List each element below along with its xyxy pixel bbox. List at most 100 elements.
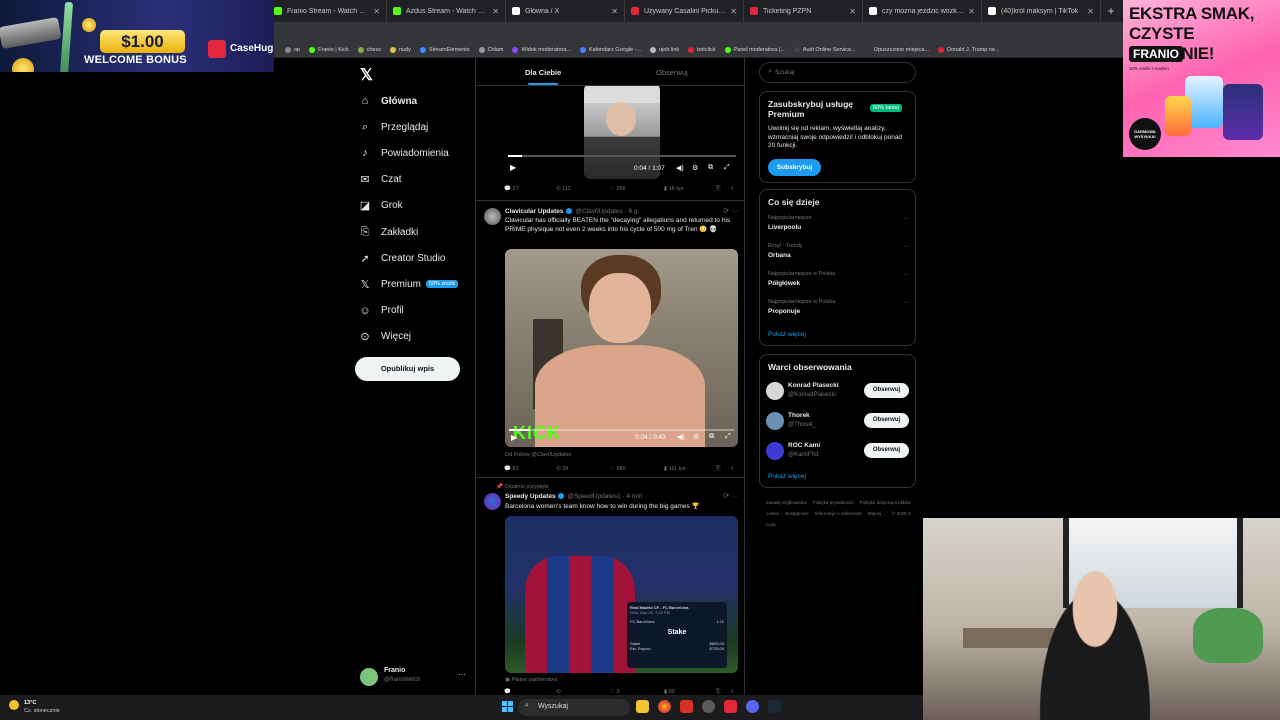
- author-name[interactable]: Speedy Updates: [505, 493, 556, 500]
- browser-tab[interactable]: Główna / X ✕: [506, 0, 625, 22]
- app-icon[interactable]: [724, 700, 737, 713]
- trend-item[interactable]: Najpopularniejsze w Polska Proponuje ···: [768, 299, 910, 315]
- bookmark-item[interactable]: nudy: [389, 46, 411, 53]
- volume-icon[interactable]: ◀): [677, 433, 685, 441]
- nav-item[interactable]: ☺ Profil: [358, 298, 478, 324]
- video-progress-bar[interactable]: [508, 155, 736, 157]
- share-icon[interactable]: ⇪: [730, 186, 735, 192]
- follow-button[interactable]: Obserwuj: [864, 443, 909, 458]
- x-logo-icon[interactable]: 𝕏: [360, 65, 373, 85]
- footer-link[interactable]: Dostępność: [785, 511, 809, 516]
- tab-following[interactable]: Obserwuj: [656, 68, 688, 77]
- follow-suggestion[interactable]: Konrad Piasecki @KonradPiasecki Obserwuj: [766, 380, 911, 402]
- nav-item[interactable]: ◪ Grok: [358, 193, 478, 219]
- trend-item[interactable]: Rząd · Trendy Orbana ···: [768, 243, 910, 259]
- tweet-image[interactable]: Real Madrid CF - FC Barcelona Wed, Mar 2…: [505, 516, 738, 673]
- subscribe-button[interactable]: Subskrybuj: [768, 159, 821, 176]
- bookmark-item[interactable]: Chłam: [478, 46, 503, 53]
- avatar[interactable]: [766, 442, 784, 460]
- windows-start-icon[interactable]: [502, 701, 514, 713]
- bookmark-item[interactable]: ujeb link: [649, 46, 679, 53]
- avatar[interactable]: [766, 382, 784, 400]
- fullscreen-icon[interactable]: ⤢: [725, 433, 731, 441]
- file-explorer-icon[interactable]: [636, 700, 649, 713]
- tweet[interactable]: Clavicular Updates @Clav0Updates · 6 g. …: [476, 201, 744, 478]
- close-tab-icon[interactable]: ✕: [849, 7, 856, 16]
- more-icon[interactable]: ···: [903, 215, 910, 222]
- avatar[interactable]: [484, 493, 501, 510]
- steam-icon[interactable]: [768, 700, 781, 713]
- reply-button[interactable]: 💬 82: [504, 466, 519, 472]
- close-tab-icon[interactable]: ✕: [1087, 7, 1094, 16]
- footer-link[interactable]: Więcej ...: [868, 511, 887, 516]
- share-icon[interactable]: ⇪: [730, 466, 735, 472]
- bookmark-item[interactable]: betclick: [688, 46, 716, 53]
- browser-tab[interactable]: Franio Stream - Watch Live on Kick ✕: [268, 0, 387, 22]
- bookmark-icon[interactable]: ⎘: [716, 466, 720, 473]
- bookmark-item[interactable]: Opuszczone miejsca...: [864, 46, 929, 53]
- search-input[interactable]: ⌕ Szukaj: [759, 62, 916, 83]
- show-more-link[interactable]: Pokaż więcej: [768, 473, 806, 480]
- tab-for-you[interactable]: Dla Ciebie: [525, 68, 561, 77]
- nav-item[interactable]: 𝕏 Premium 50% zniżki: [358, 271, 478, 297]
- video-progress-bar[interactable]: [509, 429, 734, 431]
- views-button[interactable]: ▮ 16 tys.: [664, 186, 685, 192]
- views-button[interactable]: ▮ 111 tys.: [664, 466, 687, 472]
- more-icon[interactable]: ···: [903, 271, 910, 278]
- more-icon[interactable]: ···: [903, 243, 910, 250]
- avatar[interactable]: [484, 208, 501, 225]
- close-tab-icon[interactable]: ✕: [611, 7, 618, 16]
- play-icon[interactable]: ▶: [510, 163, 516, 172]
- author-handle[interactable]: @Clav0Updates · 6 g.: [575, 208, 639, 215]
- more-icon[interactable]: ⟳ ···: [723, 492, 738, 500]
- settings-icon[interactable]: ⚙: [693, 433, 699, 441]
- post-button[interactable]: Opublikuj wpis: [355, 357, 460, 381]
- bookmark-item[interactable]: Donald J. Trump ne...: [938, 46, 1000, 53]
- author-name[interactable]: Clavicular Updates: [505, 208, 564, 215]
- reply-button[interactable]: 💬 27: [504, 186, 519, 192]
- more-icon[interactable]: ···: [903, 299, 910, 306]
- like-button[interactable]: ♡ 680: [610, 466, 626, 472]
- tweet[interactable]: 📌 Ostatnio przypięte Speedy Updates @Spe…: [476, 478, 744, 695]
- taskbar-search[interactable]: ⌕ Wyszukaj: [518, 699, 630, 716]
- close-tab-icon[interactable]: ✕: [730, 7, 737, 16]
- bookmark-item[interactable]: StreamElements: [419, 46, 470, 53]
- follow-suggestion[interactable]: ROC Kami @KamiFN1 Obserwuj: [766, 440, 911, 462]
- bookmark-item[interactable]: Widok moderatora...: [512, 46, 571, 53]
- play-icon[interactable]: ▶: [511, 433, 517, 442]
- trend-item[interactable]: Najpopularniejsze Liverpoolu ···: [768, 215, 910, 231]
- browser-tab[interactable]: czy mozna jezdzic wozkiem ime... ✕: [863, 0, 982, 22]
- browser-tab[interactable]: Azdus Stream - Watch Live on Kick ✕: [387, 0, 506, 22]
- follow-button[interactable]: Obserwuj: [864, 413, 909, 428]
- nav-item[interactable]: ⎘ Zakładki: [358, 219, 478, 245]
- pip-icon[interactable]: ⧉: [709, 433, 714, 441]
- follow-suggestion[interactable]: Thorek @Thorek_ Obserwuj: [766, 410, 911, 432]
- settings-icon[interactable]: [702, 700, 715, 713]
- bookmark-item[interactable]: Franio | Kick: [309, 46, 349, 53]
- nav-item[interactable]: ⌕ Przeglądaj: [358, 114, 478, 140]
- footer-link[interactable]: Polityka prywatności: [813, 500, 854, 505]
- show-more-link[interactable]: Pokaż więcej: [768, 331, 806, 338]
- video-player[interactable]: KICK ▶ 0:04 / 0:43 ◀) ⚙ ⧉ ⤢: [505, 249, 738, 447]
- repost-button[interactable]: ⟲ 39: [556, 466, 568, 472]
- volume-icon[interactable]: ◀): [676, 164, 684, 172]
- close-tab-icon[interactable]: ✕: [492, 7, 499, 16]
- casehug-promo-banner[interactable]: $1.00 WELCOME BONUS CaseHug: [0, 0, 274, 72]
- chrome-icon[interactable]: [658, 700, 671, 713]
- nav-item[interactable]: ➚ Creator Studio: [358, 245, 478, 271]
- more-icon[interactable]: ⟳ ···: [723, 207, 738, 215]
- nav-item[interactable]: ♪ Powiadomienia: [358, 140, 478, 166]
- nav-item[interactable]: ⌂ Główna: [358, 88, 478, 114]
- follow-button[interactable]: Obserwuj: [864, 383, 909, 398]
- author-handle[interactable]: @SpeedUpdates1 · 4 min: [567, 493, 642, 500]
- bookmark-item[interactable]: op: [285, 46, 300, 53]
- close-tab-icon[interactable]: ✕: [373, 7, 380, 16]
- browser-tab[interactable]: Używany Casalini Pickup 2008 ✕: [625, 0, 744, 22]
- like-button[interactable]: ♡ 256: [610, 186, 626, 192]
- app-icon[interactable]: [680, 700, 693, 713]
- browser-tab[interactable]: (40)król maksym | TikTok ✕: [982, 0, 1101, 22]
- new-tab-button[interactable]: +: [1101, 4, 1121, 18]
- bookmark-icon[interactable]: ⎘: [716, 186, 720, 193]
- bookmark-item[interactable]: Panel moderatora |...: [724, 46, 785, 53]
- weather-widget[interactable]: 13°C Cz. słonecznie: [9, 699, 60, 715]
